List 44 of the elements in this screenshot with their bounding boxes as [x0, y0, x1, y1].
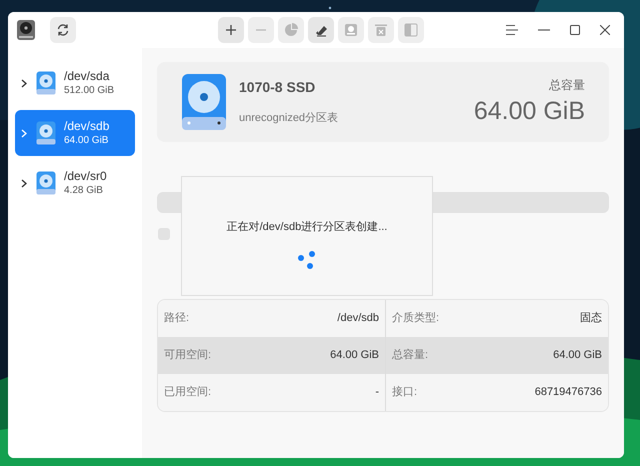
disk-app-icon — [16, 19, 36, 41]
device-name: /dev/sda — [64, 68, 110, 84]
field-label: 总容量: — [392, 348, 428, 364]
refresh-button[interactable] — [50, 17, 76, 43]
disk-image-icon — [344, 23, 358, 37]
device-item[interactable]: /dev/sda 512.00 GiB — [15, 60, 135, 106]
field-value: 68719476736 — [534, 385, 602, 400]
capacity-label: 总容量 — [549, 77, 585, 94]
split-icon — [404, 23, 418, 37]
menu-icon[interactable] — [506, 25, 518, 35]
refresh-icon — [56, 23, 70, 37]
partition-table-type: unrecognized分区表 — [239, 111, 338, 126]
loading-spinner-icon — [297, 250, 317, 270]
field-label: 接口: — [392, 384, 418, 400]
field-label: 介质类型: — [392, 311, 440, 326]
add-button[interactable] — [218, 17, 244, 43]
disk-model: 1070-8 SSD — [239, 78, 316, 98]
device-name: /dev/sdb — [64, 118, 110, 134]
device-size: 512.00 GiB — [64, 84, 114, 98]
wipe-button[interactable] — [308, 17, 334, 43]
device-item[interactable]: /dev/sdb 64.00 GiB — [15, 110, 135, 156]
device-size: 4.28 GiB — [64, 184, 104, 198]
chevron-icon[interactable] — [21, 178, 27, 188]
close-icon[interactable] — [600, 25, 610, 35]
plus-icon — [224, 23, 238, 37]
minimize-icon[interactable] — [538, 29, 550, 31]
device-size: 64.00 GiB — [64, 134, 110, 148]
capacity-value: 64.00 GiB — [474, 96, 585, 127]
field-label: 路径: — [164, 311, 190, 326]
progress-message: 正在对/dev/sdb进行分区表创建... — [226, 220, 388, 235]
field-value: 64.00 GiB — [330, 348, 379, 364]
chevron-icon[interactable] — [21, 78, 27, 88]
field-label: 可用空间: — [164, 348, 212, 364]
field-value: 固态 — [580, 310, 602, 326]
device-item[interactable]: /dev/sr0 4.28 GiB — [15, 160, 135, 206]
maximize-icon[interactable] — [570, 25, 580, 35]
trash-icon — [374, 23, 388, 37]
pie-chart-icon — [284, 23, 298, 37]
eraser-icon — [314, 23, 328, 37]
field-value: /dev/sdb — [337, 311, 379, 326]
field-value: - — [375, 385, 379, 400]
device-name: /dev/sr0 — [64, 168, 107, 184]
field-label: 已用空间: — [164, 384, 212, 400]
field-value: 64.00 GiB — [553, 348, 602, 364]
